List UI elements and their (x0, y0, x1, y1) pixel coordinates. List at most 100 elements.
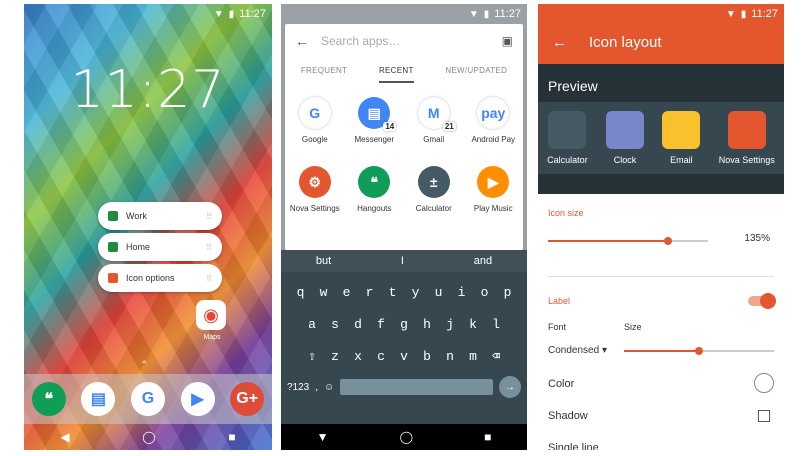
tab-recent[interactable]: RECENT (378, 66, 414, 83)
nav-bar: ▼ ◯ ■ (281, 424, 527, 450)
key[interactable]: n (441, 344, 460, 368)
font-value: Condensed (548, 345, 600, 356)
search-input[interactable]: Search apps… (321, 34, 400, 48)
chevron-up-icon[interactable]: ⌃ (140, 360, 148, 371)
key[interactable]: p (498, 280, 517, 304)
app-label: Google (301, 135, 328, 144)
shortcut-home[interactable]: Home ⠿ (98, 233, 222, 261)
wifi-icon: ▼ (468, 8, 479, 20)
google-icon[interactable]: G (130, 382, 165, 416)
drag-handle-icon[interactable]: ⠿ (206, 243, 212, 252)
app-gmail[interactable]: M 21 Gmail (404, 97, 464, 144)
key[interactable]: k (464, 312, 483, 336)
shortcut-icon (108, 211, 118, 221)
app-label: Android Pay (471, 135, 516, 144)
maps-icon[interactable]: ◉ (196, 300, 226, 330)
recents-icon[interactable]: ■ (228, 430, 235, 444)
shortcut-work[interactable]: Work ⠿ (98, 202, 222, 230)
key[interactable]: w (314, 280, 333, 304)
icon-layout-screen: ▼ ▮ 11:27 ← Icon layout Preview Calculator C… (538, 4, 784, 450)
color-label: Color (548, 378, 575, 390)
label-toggle[interactable] (748, 293, 776, 309)
preview-label: Email (670, 155, 693, 165)
key[interactable]: c (372, 344, 391, 368)
app-label: Messenger (354, 135, 395, 144)
drag-handle-icon[interactable]: ⠿ (206, 212, 212, 221)
app-google[interactable]: G Google (285, 97, 345, 144)
battery-icon: ▮ (228, 8, 235, 20)
messenger-icon[interactable]: ▤ (81, 382, 116, 416)
key[interactable]: g (395, 312, 414, 336)
clock-widget[interactable]: 11:27 (24, 60, 272, 120)
shortcut-icon-options[interactable]: Icon options ⠿ (98, 264, 222, 292)
suggestion[interactable]: but (316, 255, 331, 267)
key[interactable]: b (418, 344, 437, 368)
color-swatch[interactable] (754, 373, 774, 393)
dock: ❝ ▤ G ▶ G+ (24, 374, 272, 424)
drag-handle-icon[interactable]: ⠿ (206, 274, 212, 283)
back-arrow-icon[interactable]: ← (295, 33, 309, 49)
app-android-pay[interactable]: pay Android Pay (464, 97, 524, 144)
single-line-label: Single line (548, 442, 599, 450)
key[interactable]: h (418, 312, 437, 336)
key[interactable]: ⇧ (303, 344, 322, 368)
google-plus-icon[interactable]: G+ (230, 382, 265, 416)
key[interactable]: d (349, 312, 368, 336)
tab-frequent[interactable]: FREQUENT (301, 66, 347, 83)
key[interactable]: y (406, 280, 425, 304)
email-icon (662, 111, 701, 149)
key[interactable]: z (326, 344, 345, 368)
app-nova-settings[interactable]: ⚙ Nova Settings (285, 166, 345, 213)
messenger-icon: ▤ 14 (358, 97, 397, 131)
key[interactable]: q (291, 280, 310, 304)
enter-key[interactable]: → (499, 376, 521, 398)
key[interactable]: x (349, 344, 368, 368)
notification-badge: 14 (383, 122, 397, 131)
space-key[interactable] (340, 379, 493, 395)
app-hangouts[interactable]: ❝ Hangouts (345, 166, 405, 213)
icon-size-slider[interactable] (548, 237, 708, 245)
youtube-icon[interactable]: ▶ (180, 382, 215, 416)
app-messenger[interactable]: ▤ 14 Messenger (345, 97, 405, 144)
preview-clock: Clock (606, 111, 645, 165)
font-dropdown[interactable]: Condensed ▾ (548, 345, 618, 356)
shortcut-label: Home (126, 242, 151, 252)
tab-new-updated[interactable]: NEW/UPDATED (445, 66, 507, 83)
key[interactable]: ⌫ (487, 344, 506, 368)
recents-icon[interactable]: ■ (484, 430, 491, 444)
key[interactable]: o (475, 280, 494, 304)
symbols-key[interactable]: ?123 (287, 382, 309, 393)
key[interactable]: u (429, 280, 448, 304)
wifi-icon: ▼ (213, 8, 224, 20)
key[interactable]: t (383, 280, 402, 304)
app-calculator[interactable]: ± Calculator (404, 166, 464, 213)
key[interactable]: f (372, 312, 391, 336)
key[interactable]: r (360, 280, 379, 304)
key[interactable]: i (452, 280, 471, 304)
key[interactable]: v (395, 344, 414, 368)
back-icon[interactable]: ◀ (60, 430, 69, 444)
home-icon[interactable]: ◯ (400, 430, 413, 444)
back-icon[interactable]: ▼ (317, 430, 329, 444)
comma-key[interactable]: , (315, 382, 318, 393)
shadow-checkbox[interactable] (758, 410, 770, 422)
key[interactable]: s (326, 312, 345, 336)
label-size-slider[interactable] (624, 347, 774, 355)
key[interactable]: l (487, 312, 506, 336)
key[interactable]: m (464, 344, 483, 368)
emoji-icon[interactable]: ☺ (324, 382, 334, 393)
key[interactable]: a (303, 312, 322, 336)
preview-panel: Preview Calculator Clock Email Nova Setting… (538, 64, 784, 194)
hangouts-icon[interactable]: ❝ (31, 382, 66, 416)
suggestion[interactable]: I (401, 255, 404, 267)
preview-calculator: Calculator (547, 111, 588, 165)
size-label: Size (624, 322, 642, 332)
back-arrow-icon[interactable]: ← (552, 34, 567, 51)
page-title: Icon layout (589, 34, 662, 51)
home-icon[interactable]: ◯ (142, 430, 155, 444)
key[interactable]: j (441, 312, 460, 336)
store-icon[interactable]: ▣ (502, 34, 513, 48)
key[interactable]: e (337, 280, 356, 304)
app-play-music[interactable]: ▶ Play Music (464, 166, 524, 213)
suggestion[interactable]: and (474, 255, 492, 267)
